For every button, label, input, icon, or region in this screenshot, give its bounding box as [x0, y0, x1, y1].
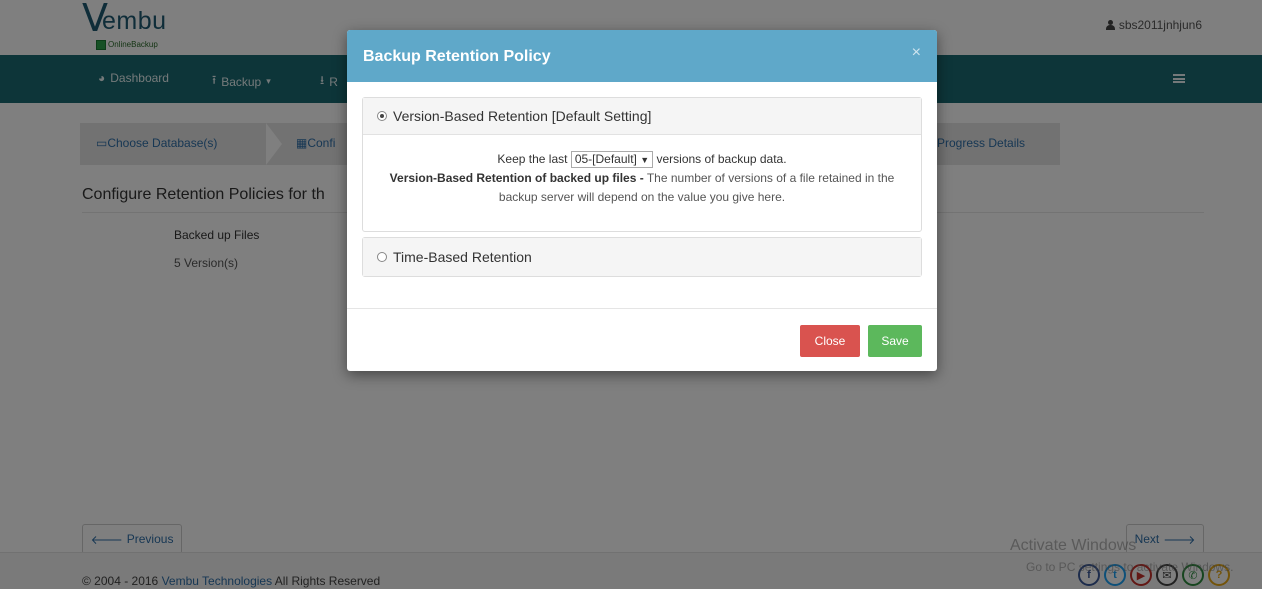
time-retention-panel: Time-Based Retention	[362, 237, 922, 277]
modal-footer: Close Save	[347, 308, 937, 371]
backup-retention-modal: Backup Retention Policy × Version-Based …	[347, 30, 937, 371]
version-retention-body: Keep the last 05-[Default] ▼ versions of…	[363, 135, 921, 207]
version-retention-panel: Version-Based Retention [Default Setting…	[362, 97, 922, 232]
keep-versions-line: Keep the last 05-[Default] ▼ versions of…	[497, 151, 787, 169]
versions-select[interactable]: 05-[Default] ▼	[570, 151, 654, 169]
close-icon[interactable]: ×	[912, 44, 921, 62]
version-retention-description: Version-Based Retention of backed up fil…	[389, 171, 895, 204]
close-button[interactable]: Close	[800, 325, 860, 357]
save-button[interactable]: Save	[868, 325, 922, 357]
time-retention-radio[interactable]	[377, 252, 387, 262]
modal-header: Backup Retention Policy ×	[347, 30, 937, 82]
modal-title: Backup Retention Policy	[363, 48, 551, 65]
version-retention-option[interactable]: Version-Based Retention [Default Setting…	[363, 98, 921, 135]
version-retention-radio[interactable]	[377, 111, 387, 121]
time-retention-option[interactable]: Time-Based Retention	[363, 238, 921, 276]
caret-down-icon: ▼	[640, 155, 650, 166]
